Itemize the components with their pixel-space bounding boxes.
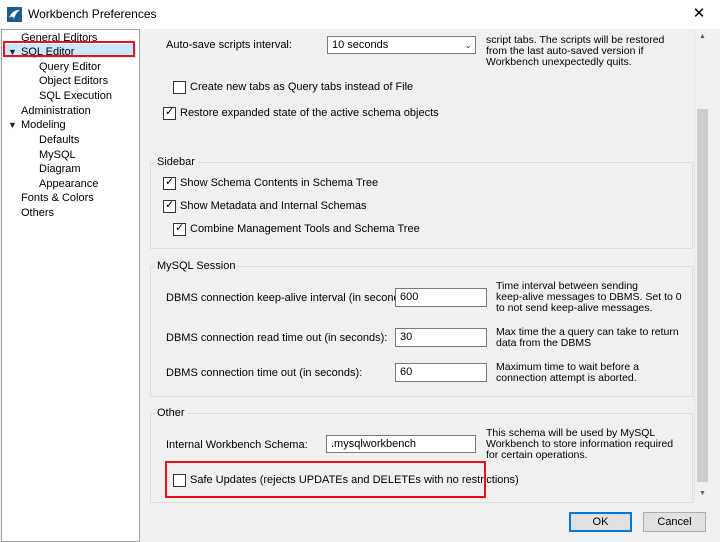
restore-state-label: Restore expanded state of the active sch… (180, 107, 439, 119)
tree-item-appearance[interactable]: Appearance (39, 177, 98, 191)
scroll-up-icon[interactable]: ▲ (695, 29, 710, 44)
close-icon[interactable]: ✕ (686, 3, 712, 25)
autosave-label: Auto-save scripts interval: (166, 39, 292, 51)
conn-timeout-description: Maximum time to wait before a connection… (496, 362, 639, 384)
conn-timeout-desc-line: connection attempt is aborted. (496, 372, 637, 384)
read-timeout-description: Max time the a query can take to return … (496, 327, 679, 349)
combine-tools-checkbox[interactable]: ✓ (173, 222, 186, 236)
tree-item-mysql[interactable]: MySQL (39, 148, 76, 162)
autosave-value: 10 seconds (332, 39, 389, 51)
keepalive-input[interactable]: 600 (395, 288, 487, 307)
autosave-interval-select[interactable]: 10 seconds ⌄ (327, 36, 476, 54)
conn-timeout-input[interactable]: 60 (395, 363, 487, 382)
schema-desc-line: for certain operations. (486, 449, 588, 461)
scroll-down-icon[interactable]: ▼ (695, 486, 710, 501)
schema-description: This schema will be used by MySQL Workbe… (486, 428, 673, 461)
tree-item-defaults[interactable]: Defaults (39, 133, 79, 147)
expand-icon[interactable]: ▼ (8, 118, 18, 132)
show-schema-contents-label: Show Schema Contents in Schema Tree (180, 177, 379, 189)
tree-item-modeling[interactable]: Modeling (21, 118, 66, 132)
autosave-desc-line: Workbench unexpectedly quits. (486, 56, 632, 68)
tree-item-diagram[interactable]: Diagram (39, 162, 81, 176)
chevron-down-icon: ⌄ (464, 40, 472, 50)
category-tree[interactable]: General Editors ▼ SQL Editor Query Edito… (1, 29, 140, 542)
ok-button[interactable]: OK (569, 512, 632, 532)
show-metadata-label: Show Metadata and Internal Schemas (180, 200, 367, 212)
query-tabs-checkbox[interactable] (173, 81, 186, 94)
schema-input[interactable]: .mysqlworkbench (326, 435, 476, 453)
tree-item-query-editor[interactable]: Query Editor (39, 60, 101, 74)
read-timeout-label: DBMS connection read time out (in second… (166, 332, 388, 344)
combine-tools-label: Combine Management Tools and Schema Tree (190, 223, 420, 235)
show-schema-contents-checkbox[interactable]: ✓ (163, 176, 176, 190)
check-icon: ✓ (165, 176, 175, 188)
autosave-description: script tabs. The scripts will be restore… (486, 35, 664, 68)
cancel-button[interactable]: Cancel (643, 512, 706, 532)
conn-timeout-label: DBMS connection time out (in seconds): (166, 367, 363, 379)
scrollbar-thumb[interactable] (697, 109, 708, 482)
tree-item-fonts-colors[interactable]: Fonts & Colors (21, 191, 94, 205)
query-tabs-label: Create new tabs as Query tabs instead of… (190, 81, 414, 93)
window-title: Workbench Preferences (28, 7, 157, 21)
check-icon: ✓ (165, 199, 175, 211)
other-group-title: Other (155, 407, 187, 419)
mysql-session-title: MySQL Session (155, 260, 238, 272)
restore-state-checkbox[interactable]: ✓ (163, 106, 176, 120)
keepalive-description: Time interval between sending keep-alive… (496, 281, 682, 314)
highlight-sql-editor (3, 41, 135, 57)
keepalive-label: DBMS connection keep-alive interval (in … (166, 292, 412, 304)
highlight-safe-updates (165, 461, 486, 498)
check-icon: ✓ (165, 106, 175, 118)
check-icon: ✓ (175, 222, 185, 234)
title-bar: Workbench Preferences ✕ (0, 0, 720, 29)
tree-item-administration[interactable]: Administration (21, 104, 91, 118)
keepalive-desc-line: to not send keep-alive messages. (496, 302, 653, 314)
tree-item-object-editors[interactable]: Object Editors (39, 74, 108, 88)
scrollbar[interactable]: ▲ ▼ (694, 29, 710, 501)
sidebar-group-title: Sidebar (155, 156, 197, 168)
read-timeout-input[interactable]: 30 (395, 328, 487, 347)
tree-item-sql-execution[interactable]: SQL Execution (39, 89, 112, 103)
tree-item-others[interactable]: Others (21, 206, 54, 220)
schema-label: Internal Workbench Schema: (166, 439, 308, 451)
workbench-app-icon (7, 7, 22, 22)
show-metadata-checkbox[interactable]: ✓ (163, 199, 176, 213)
read-timeout-desc-line: data from the DBMS (496, 337, 592, 349)
